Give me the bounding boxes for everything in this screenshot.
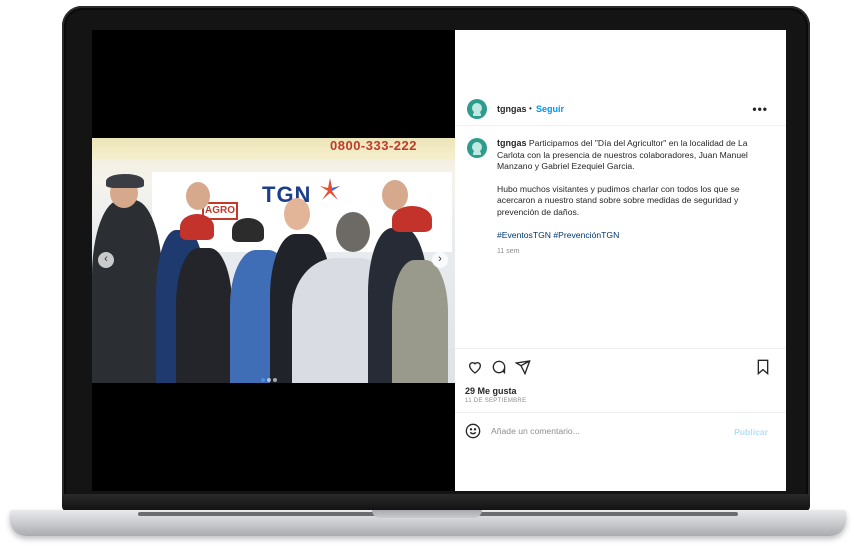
caption-username[interactable]: tgngas xyxy=(497,138,527,148)
post-photo[interactable]: 0800-333-222 TGN AGRO ‹ › xyxy=(92,138,455,383)
post-actions xyxy=(455,348,786,375)
bookmark-icon[interactable] xyxy=(756,359,770,375)
follow-button[interactable]: Seguir xyxy=(536,104,564,114)
person-7-head xyxy=(382,180,408,210)
carousel-dot xyxy=(261,378,265,382)
person-8-red-cap xyxy=(392,206,432,232)
post-caption: tgngas Participamos del "Día del Agricul… xyxy=(497,138,765,258)
send-icon[interactable] xyxy=(515,359,531,375)
laptop-base-notch xyxy=(372,510,482,518)
tent-phone-text: 0800-333-222 xyxy=(330,138,417,153)
laptop-screen: 0800-333-222 TGN AGRO ‹ › tgngas • Segui… xyxy=(92,30,786,491)
carousel-prev-button[interactable]: ‹ xyxy=(98,252,114,268)
comment-input[interactable] xyxy=(491,423,721,439)
tgn-logo-mark xyxy=(320,178,340,200)
person-4-cap xyxy=(232,218,264,242)
person-1 xyxy=(92,200,162,383)
avatar[interactable] xyxy=(467,99,487,119)
hashtags-link[interactable]: #EventosTGN #PrevenciónTGN xyxy=(497,230,765,242)
carousel-dot xyxy=(267,378,271,382)
person-3 xyxy=(176,248,232,383)
post-date: 11 DE SEPTIEMBRE xyxy=(465,398,527,404)
person-3-red-cap xyxy=(180,214,214,240)
comment-bar: Publicar xyxy=(455,412,786,448)
person-6-head xyxy=(336,212,370,252)
person-8 xyxy=(392,260,448,383)
post-header: tgngas • Seguir ••• xyxy=(455,94,786,126)
person-1-cap xyxy=(106,174,144,188)
person-5-head xyxy=(284,198,310,230)
publish-button[interactable]: Publicar xyxy=(734,427,768,437)
person-2-head xyxy=(186,182,210,210)
carousel-dots xyxy=(260,369,278,383)
caption-text-2: Hubo muchos visitantes y pudimos charlar… xyxy=(497,183,740,217)
caption-avatar[interactable] xyxy=(467,138,487,158)
separator-dot: • xyxy=(529,104,532,113)
post-panel: tgngas • Seguir ••• tgngas Participamos … xyxy=(455,30,786,491)
emoji-icon[interactable] xyxy=(465,423,481,439)
heart-icon[interactable] xyxy=(467,359,483,375)
more-options-icon[interactable]: ••• xyxy=(752,102,768,116)
post-time: 11 sem xyxy=(497,248,520,256)
carousel-next-button[interactable]: › xyxy=(432,252,448,268)
username-link[interactable]: tgngas xyxy=(497,104,527,114)
carousel-dot xyxy=(273,378,277,382)
comment-icon[interactable] xyxy=(491,359,507,375)
caption-text: Participamos del "Día del Agricultor" en… xyxy=(497,138,748,172)
like-count[interactable]: 29 Me gusta xyxy=(465,386,517,396)
